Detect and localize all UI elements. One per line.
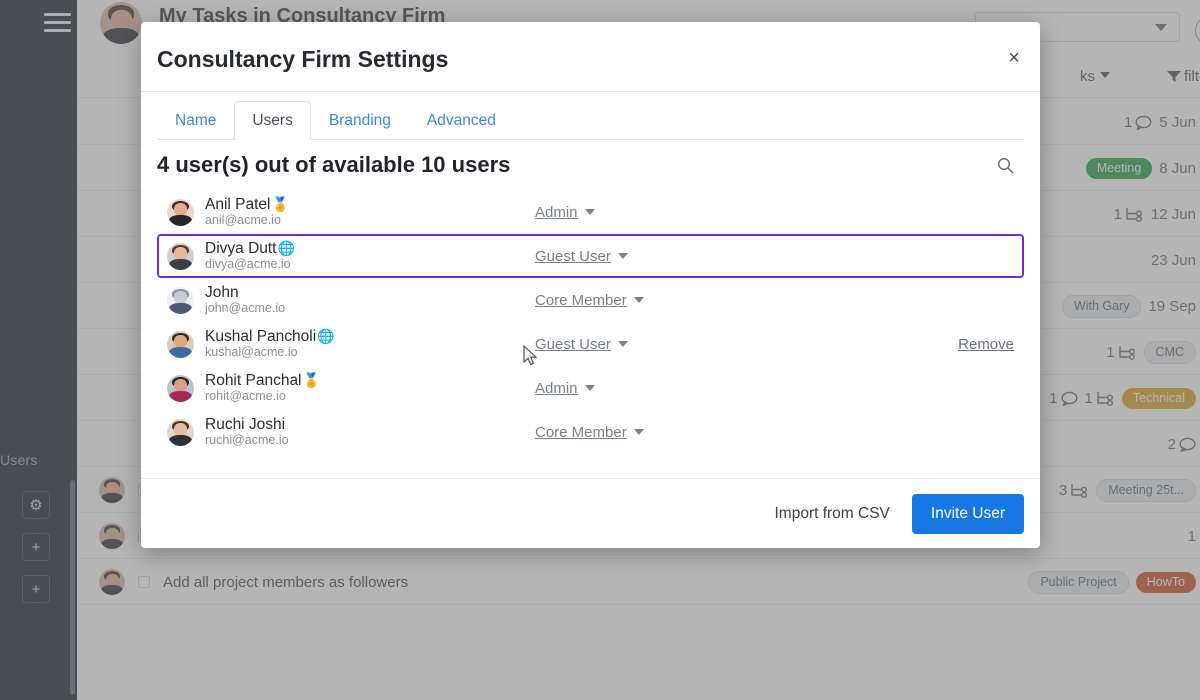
user-name-text: Rohit Panchal [205,372,302,389]
user-row[interactable]: Rohit Panchal🏅rohit@acme.ioAdmin [157,366,1024,410]
tab-branding[interactable]: Branding [311,101,409,140]
user-role-label[interactable]: Core Member [535,292,627,309]
tab-name[interactable]: Name [157,101,234,140]
settings-modal: Consultancy Firm Settings × NameUsersBra… [141,22,1040,548]
medal-icon: 🏅 [271,196,288,212]
user-list: Anil Patel🏅anil@acme.ioAdminDivya Dutt🌐d… [157,190,1024,454]
user-role-dropdown[interactable]: Core Member [535,424,715,441]
user-name-text: Divya Dutt [205,240,277,257]
user-role-dropdown[interactable]: Admin [535,380,715,397]
user-email: rohit@acme.io [205,389,535,404]
user-email: anil@acme.io [205,213,535,228]
user-email: ruchi@acme.io [205,433,535,448]
user-name: Ruchi Joshi [205,416,535,433]
user-name: Divya Dutt🌐 [205,240,535,257]
user-row[interactable]: Kushal Pancholi🌐kushal@acme.ioGuest User… [157,322,1024,366]
user-email: divya@acme.io [205,257,535,272]
user-name-text: Kushal Pancholi [205,328,316,345]
user-info: Ruchi Joshiruchi@acme.io [205,416,535,448]
user-row[interactable]: Johnjohn@acme.ioCore Member [157,278,1024,322]
chevron-down-icon [618,253,628,259]
user-name: Rohit Panchal🏅 [205,372,535,389]
user-info: Divya Dutt🌐divya@acme.io [205,240,535,272]
invite-user-button[interactable]: Invite User [912,494,1024,534]
import-from-csv-button[interactable]: Import from CSV [774,505,889,523]
globe-icon: 🌐 [317,328,334,344]
tab-advanced[interactable]: Advanced [409,101,514,140]
user-info: Rohit Panchal🏅rohit@acme.io [205,372,535,404]
globe-icon: 🌐 [278,240,295,256]
tab-users[interactable]: Users [234,101,310,140]
chevron-down-icon [634,297,644,303]
user-name-text: Anil Patel [205,196,270,213]
user-email: kushal@acme.io [205,345,535,360]
user-email: john@acme.io [205,301,535,316]
user-name: Anil Patel🏅 [205,196,535,213]
user-role-label[interactable]: Guest User [535,248,611,265]
user-info: Anil Patel🏅anil@acme.io [205,196,535,228]
avatar [167,375,194,402]
medal-icon: 🏅 [303,372,320,388]
user-name-text: John [205,284,239,301]
user-role-label[interactable]: Admin [535,380,578,397]
remove-user-button[interactable]: Remove [958,336,1014,353]
modal-header: Consultancy Firm Settings × [141,22,1040,92]
user-name-text: Ruchi Joshi [205,416,285,433]
settings-tabs: NameUsersBrandingAdvanced [141,92,1040,140]
user-role-label[interactable]: Guest User [535,336,611,353]
close-icon[interactable]: × [1000,44,1028,72]
user-name: Kushal Pancholi🌐 [205,328,535,345]
user-role-dropdown[interactable]: Core Member [535,292,715,309]
user-count-text: 4 user(s) out of available 10 users [157,152,510,178]
user-role-dropdown[interactable]: Guest User [535,336,715,353]
chevron-down-icon [585,385,595,391]
search-icon[interactable] [992,152,1018,178]
user-role-dropdown[interactable]: Admin [535,204,715,221]
user-role-label[interactable]: Admin [535,204,578,221]
user-row[interactable]: Ruchi Joshiruchi@acme.ioCore Member [157,410,1024,454]
user-info: Johnjohn@acme.io [205,284,535,316]
avatar [167,419,194,446]
modal-footer: Import from CSV Invite User [141,478,1040,548]
user-info: Kushal Pancholi🌐kushal@acme.io [205,328,535,360]
avatar [167,331,194,358]
modal-body: 4 user(s) out of available 10 users Anil… [141,140,1040,478]
chevron-down-icon [618,341,628,347]
chevron-down-icon [585,209,595,215]
user-count-row: 4 user(s) out of available 10 users [157,140,1024,190]
avatar [167,243,194,270]
app-screen: Users ⚙ + + My Tasks in Consultancy Firm [0,0,1200,700]
user-row[interactable]: Anil Patel🏅anil@acme.ioAdmin [157,190,1024,234]
user-role-dropdown[interactable]: Guest User [535,248,715,265]
chevron-down-icon [634,429,644,435]
user-row[interactable]: Divya Dutt🌐divya@acme.ioGuest User [157,234,1024,278]
modal-title: Consultancy Firm Settings [157,46,448,73]
user-name: John [205,284,535,301]
avatar [167,287,194,314]
avatar [167,199,194,226]
user-role-label[interactable]: Core Member [535,424,627,441]
